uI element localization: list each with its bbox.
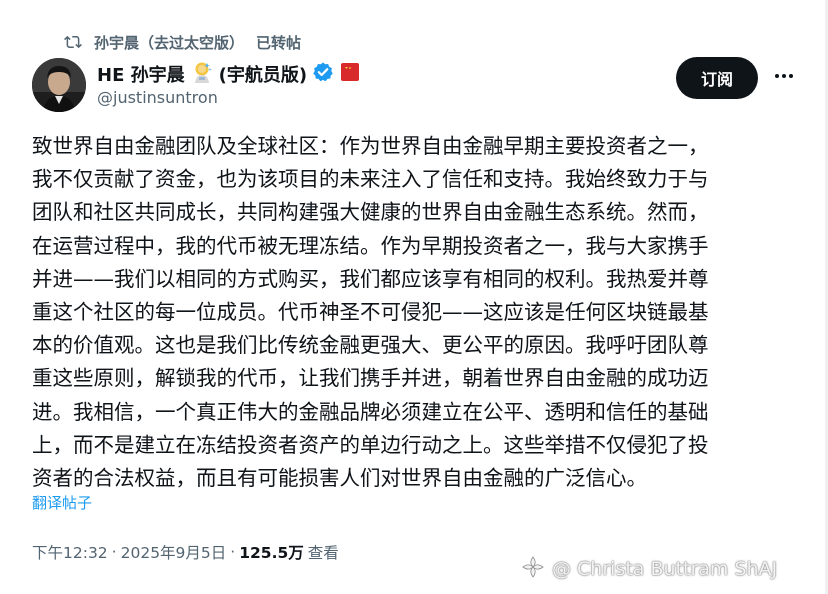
post-text: 致世界自由金融团队及全球社区：作为世界自由金融早期主要投资者之一， 我不仅贡献了… [32,130,792,495]
author-handle[interactable]: @justinsuntron [97,88,218,107]
translate-post-link[interactable]: 翻译帖子 [32,492,92,513]
more-options-button[interactable] [770,64,798,92]
post-meta: 下午12:32 · 2025年9月5日 · 125.5万 查看 [32,540,339,564]
post-text-line: 本的价值观。这也是我们比传统金融更强大、更公平的原因。我呼吁团队尊 [32,333,709,358]
avatar[interactable] [32,58,86,112]
red-flag-badge-icon [339,61,361,87]
reposter-name[interactable]: 孙宇晨（去过太空版） [94,32,244,53]
repost-indicator[interactable]: 孙宇晨（去过太空版） 已转帖 [64,30,301,54]
view-count-label: 查看 [307,544,339,562]
post-text-line: 重这个社区的每一位成员。代币神圣不可侵犯——这应该是任何区块链最基 [32,299,709,324]
post-text-line: 在运营过程中，我的代币被无理冻结。作为早期投资者之一，我与大家携手 [32,233,709,258]
verified-badge-icon [312,61,334,87]
more-horizontal-icon [773,65,795,91]
post-text-line: 进。我相信，一个真正伟大的金融品牌必须建立在公平、透明和信任的基础 [32,399,709,424]
author-name-row[interactable]: HE 孙宇晨 (宇航员版) [97,60,361,88]
meta-separator: · [111,543,117,561]
view-count: 125.5万 [239,544,304,562]
repost-icon [64,33,82,51]
post-time[interactable]: 下午12:32 [32,541,108,563]
meta-separator: · [230,543,236,561]
watermark-logo-icon [520,554,546,585]
post-text-line: 致世界自由金融团队及全球社区：作为世界自由金融早期主要投资者之一， [32,134,709,158]
subscribe-button[interactable]: 订阅 [676,57,758,99]
post-date[interactable]: 2025年9月5日 [121,541,227,563]
post-text-line: 资者的合法权益，而且有可能损害人们对世界自由金融的广泛信心。 [32,465,647,490]
watermark-text: @ Christa Buttram ShAJ [552,558,778,580]
post-text-line: 上，而不是建立在冻结投资者资产的单边行动之上。这些举措不仅侵犯了投 [32,432,709,457]
post-text-line: 团队和社区共同成长，共同构建强大健康的世界自由金融生态系统。然而， [32,200,709,225]
watermark: @ Christa Buttram ShAJ [520,554,778,585]
post-text-line: 我不仅贡献了资金，也为该项目的未来注入了信任和支持。我始终致力于与 [32,167,709,192]
post-text-line: 重这些原则，解锁我的代币，让我们携手并进，朝着世界自由金融的成功迈 [32,366,709,391]
repost-label: 已转帖 [256,33,302,52]
post-page: 孙宇晨（去过太空版） 已转帖 HE 孙宇晨 (宇航员版) @justinsunt… [0,0,828,594]
post-text-line: 并进——我们以相同的方式购买，我们都应该享有相同的权利。我热爱并尊 [32,266,709,291]
author-name-suffix[interactable]: (宇航员版) [219,61,307,87]
author-display-name[interactable]: HE 孙宇晨 [97,61,185,87]
astronaut-emoji-icon [190,60,214,88]
